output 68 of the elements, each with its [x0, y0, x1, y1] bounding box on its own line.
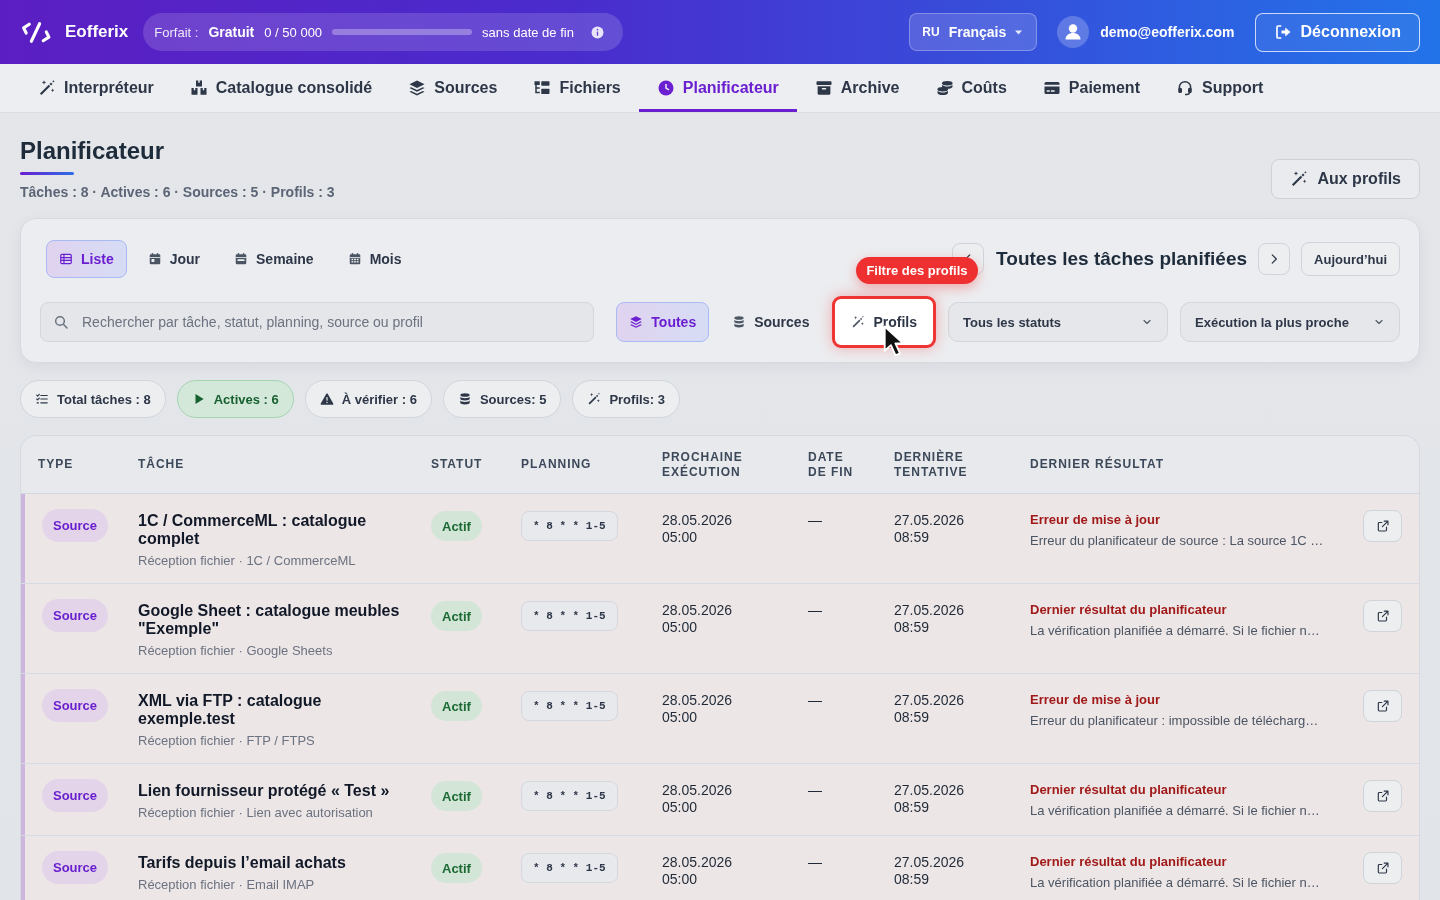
- result-detail: Erreur du planificateur de source : La source 1C …: [1030, 533, 1324, 549]
- task-title: XML via FTP : catalogue exemple.test: [138, 692, 323, 728]
- user-email: demo@eofferix.com: [1100, 24, 1235, 40]
- end-date: —: [808, 602, 822, 619]
- column-header: TYPE: [37, 457, 75, 472]
- brand-name: Eofferix: [65, 22, 129, 42]
- column-header: DERNIÈRE TENTATIVE: [893, 449, 969, 480]
- usage-count: 0 / 50 000: [264, 24, 323, 40]
- last-attempt-date: 27.05.2026 08:59: [894, 854, 966, 888]
- result-detail: Erreur du planificateur : impossible de télécharg…: [1030, 713, 1319, 729]
- last-attempt-date: 27.05.2026 08:59: [894, 692, 966, 726]
- status-badge: Actif: [431, 511, 482, 541]
- last-attempt-date: 27.05.2026 08:59: [894, 782, 966, 816]
- status-badge: Actif: [431, 853, 482, 883]
- task-source: Réception fichier · Email IMAP: [138, 877, 315, 893]
- type-badge: Source: [42, 851, 109, 884]
- type-badge: Source: [42, 509, 109, 542]
- schedule-tag: * 8 * * 1-5: [521, 511, 618, 541]
- task-title: 1C / CommerceML : catalogue complet: [138, 512, 368, 548]
- task-source: Réception fichier · Lien avec autorisation: [138, 805, 373, 821]
- schedule-tag: * 8 * * 1-5: [521, 853, 618, 883]
- task-source: Réception fichier · FTP / FTPS: [138, 733, 315, 749]
- end-date: —: [808, 692, 822, 709]
- type-badge: Source: [42, 779, 109, 812]
- type-badge: Source: [42, 599, 109, 632]
- schedule-tag: * 8 * * 1-5: [521, 781, 618, 811]
- result-title: Erreur de mise à jour: [1030, 512, 1161, 528]
- column-header: STATUT: [430, 457, 484, 472]
- task-title: Tarifs depuis l’email achats: [138, 854, 346, 872]
- tooltip: Filtre des profils: [856, 257, 978, 284]
- plan-expiry: sans date de fin: [482, 24, 574, 40]
- next-run-date: 28.05.2026 05:00: [662, 692, 734, 726]
- result-title: Dernier résultat du planificateur: [1030, 782, 1227, 798]
- schedule-tag: * 8 * * 1-5: [521, 601, 618, 631]
- result-detail: La vérification planifiée a démarré. Si le fichier n…: [1030, 803, 1320, 819]
- plan-name: Gratuit: [208, 24, 255, 40]
- column-header: DERNIER RÉSULTAT: [1029, 457, 1166, 472]
- column-header: DATE DE FIN: [807, 449, 855, 480]
- task-title: Lien fournisseur protégé « Test »: [138, 782, 390, 800]
- status-badge: Actif: [431, 691, 482, 721]
- end-date: —: [808, 782, 822, 799]
- period-title: Toutes les tâches planifiées: [996, 248, 1248, 270]
- result-detail: La vérification planifiée a démarré. Si le fichier n…: [1030, 623, 1320, 639]
- result-title: Dernier résultat du planificateur: [1030, 602, 1227, 618]
- schedule-tag: * 8 * * 1-5: [521, 691, 618, 721]
- task-source: Réception fichier · 1C / CommerceML: [138, 553, 356, 569]
- page-summary: Tâches : 8 · Actives : 6 · Sources : 5 · Profils : 3: [20, 183, 335, 201]
- column-header: TÂCHE: [137, 457, 186, 472]
- status-badge: Actif: [431, 601, 482, 631]
- result-title: Erreur de mise à jour: [1030, 692, 1161, 708]
- last-attempt-date: 27.05.2026 08:59: [894, 512, 966, 546]
- plan-label: Forfait :: [154, 24, 199, 40]
- next-run-date: 28.05.2026 05:00: [662, 782, 734, 816]
- result-detail: La vérification planifiée a démarré. Si le fichier n…: [1030, 875, 1320, 891]
- next-run-date: 28.05.2026 05:00: [662, 854, 734, 888]
- next-run-date: 28.05.2026 05:00: [662, 512, 734, 546]
- next-run-date: 28.05.2026 05:00: [662, 602, 734, 636]
- end-date: —: [808, 854, 822, 871]
- column-header: PROCHAINE EXÉCUTION: [661, 449, 744, 480]
- page-title: Planificateur: [20, 136, 166, 166]
- end-date: —: [808, 512, 822, 529]
- task-source: Réception fichier · Google Sheets: [138, 643, 333, 659]
- status-badge: Actif: [431, 781, 482, 811]
- last-attempt-date: 27.05.2026 08:59: [894, 602, 966, 636]
- task-title: Google Sheet : catalogue meubles "Exemple": [138, 602, 401, 638]
- result-title: Dernier résultat du planificateur: [1030, 854, 1227, 870]
- column-header: PLANNING: [520, 457, 593, 472]
- type-badge: Source: [42, 689, 109, 722]
